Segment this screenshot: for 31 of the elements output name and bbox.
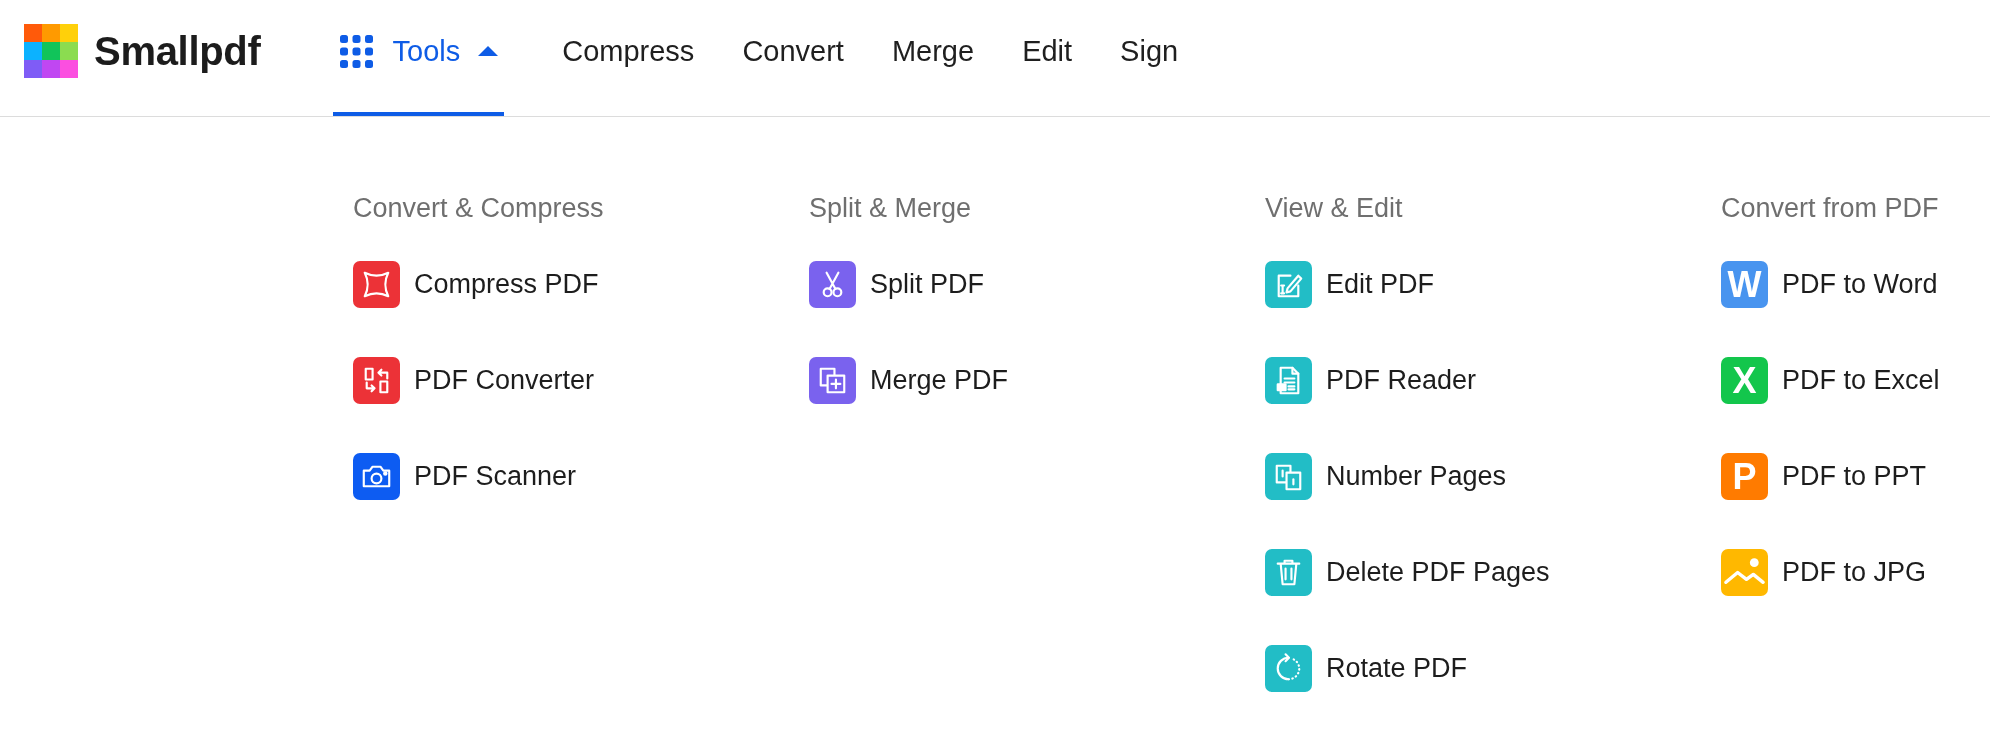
column-heading: Split & Merge <box>809 192 972 224</box>
letter-icon: W <box>1721 261 1768 308</box>
tool-link[interactable]: PDF Scanner <box>353 453 577 500</box>
grid-icon <box>339 34 373 68</box>
tool-link[interactable]: Split PDF <box>809 261 985 308</box>
letter-icon: X <box>1721 357 1768 404</box>
nav-link[interactable]: Edit <box>1022 0 1073 116</box>
tool-link[interactable]: Delete PDF Pages <box>1265 549 1550 596</box>
tools-menu-button[interactable]: Tools <box>332 0 505 116</box>
logo-link[interactable]: Smallpdf <box>24 0 261 116</box>
tool-link[interactable]: Edit PDF <box>1265 261 1435 308</box>
column-heading: Convert & Compress <box>353 192 604 224</box>
tool-link[interactable]: Compress PDF <box>353 261 599 308</box>
tool-link[interactable]: P PDF to PPT <box>1721 453 1927 500</box>
tool-link[interactable]: PDF to JPG <box>1721 549 1927 596</box>
column-heading: Convert from PDF <box>1721 192 1939 224</box>
caret-icon <box>478 46 499 56</box>
nav-link[interactable]: Merge <box>891 0 975 116</box>
nav-link[interactable]: Compress <box>562 0 695 116</box>
tool-link[interactable]: W PDF to Word <box>1721 261 1938 308</box>
tool-link[interactable]: Number Pages <box>1265 453 1507 500</box>
nav-link[interactable]: Sign <box>1120 0 1179 116</box>
tool-link[interactable]: Rotate PDF <box>1265 645 1468 692</box>
letter-icon: P <box>1721 453 1768 500</box>
column-heading: View & Edit <box>1265 192 1403 224</box>
tool-link[interactable]: X PDF to Excel <box>1721 357 1940 404</box>
color-grid-icon <box>24 24 78 78</box>
tool-link[interactable]: Merge PDF <box>809 357 1009 404</box>
tool-link[interactable]: PDF Converter <box>353 357 595 404</box>
tool-link[interactable]: PDF Reader <box>1265 357 1477 404</box>
nav-link[interactable]: Convert <box>742 0 844 116</box>
